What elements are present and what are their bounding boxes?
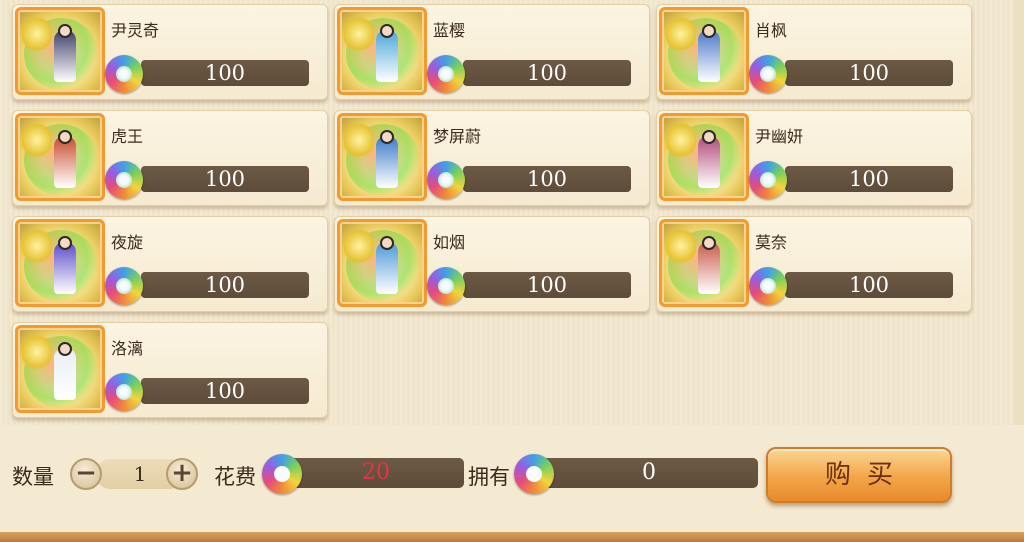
golden-dragon-icon	[344, 14, 374, 54]
item-card[interactable]: 尹幽妍 100	[656, 110, 972, 206]
owned-value: 0	[540, 458, 758, 488]
character-portrait[interactable]	[15, 219, 105, 307]
golden-dragon-icon	[22, 14, 52, 54]
price-value: 100	[785, 60, 953, 86]
rainbow-jade-coin-icon	[749, 267, 787, 305]
item-card[interactable]: 虎王 100	[12, 110, 328, 206]
character-head	[380, 130, 394, 144]
character-name: 尹灵奇	[111, 21, 160, 40]
character-head	[702, 130, 716, 144]
price-value: 100	[785, 166, 953, 192]
item-card[interactable]: 蓝樱 100	[334, 4, 650, 100]
decrease-button[interactable]: −	[70, 458, 102, 490]
owned-label: 拥有	[468, 465, 510, 489]
rainbow-jade-coin-icon	[427, 55, 465, 93]
price-value: 100	[463, 272, 631, 298]
golden-dragon-icon	[666, 14, 696, 54]
character-name: 蓝樱	[433, 21, 466, 40]
buy-button[interactable]: 购买	[766, 447, 952, 503]
rainbow-jade-coin-icon	[514, 454, 554, 494]
character-name: 梦屏蔚	[433, 127, 482, 146]
cost-value: 20	[288, 458, 464, 488]
cost-label: 花费	[214, 465, 256, 489]
character-portrait[interactable]	[15, 7, 105, 95]
frame-border	[0, 532, 1024, 542]
character-portrait[interactable]	[659, 219, 749, 307]
character-name: 莫奈	[755, 233, 788, 252]
scrollbar[interactable]	[1014, 0, 1024, 425]
item-card[interactable]: 梦屏蔚 100	[334, 110, 650, 206]
character-portrait[interactable]	[337, 219, 427, 307]
price-value: 100	[463, 60, 631, 86]
price-value: 100	[141, 272, 309, 298]
character-portrait[interactable]	[337, 113, 427, 201]
character-head	[702, 236, 716, 250]
price-value: 100	[141, 378, 309, 404]
rainbow-jade-coin-icon	[105, 161, 143, 199]
quantity-label: 数量	[12, 465, 54, 489]
rainbow-jade-coin-icon	[105, 373, 143, 411]
character-portrait[interactable]	[15, 325, 105, 413]
item-card[interactable]: 尹灵奇 100	[12, 4, 328, 100]
character-name: 洛漓	[111, 339, 144, 358]
plus-icon: +	[171, 458, 193, 488]
character-name: 肖枫	[755, 21, 788, 40]
rainbow-jade-coin-icon	[262, 454, 302, 494]
purchase-bar: 数量 1 − + 花费 20 拥有 0 购买	[0, 425, 1024, 542]
character-head	[702, 24, 716, 38]
price-value: 100	[463, 166, 631, 192]
item-card[interactable]: 如烟 100	[334, 216, 650, 312]
price-value: 100	[141, 60, 309, 86]
character-portrait[interactable]	[659, 113, 749, 201]
character-name: 尹幽妍	[755, 127, 804, 146]
golden-dragon-icon	[666, 226, 696, 266]
item-card[interactable]: 莫奈 100	[656, 216, 972, 312]
item-grid[interactable]: 尹灵奇 100 蓝樱 100 肖枫 100 虎王 100 梦屏蔚 100 尹幽妍 100 夜旋 100 如烟…	[0, 0, 1024, 425]
character-head	[380, 24, 394, 38]
quantity-value: 1	[133, 462, 147, 486]
character-portrait[interactable]	[15, 113, 105, 201]
rainbow-jade-coin-icon	[427, 161, 465, 199]
character-head	[58, 236, 72, 250]
rainbow-jade-coin-icon	[749, 161, 787, 199]
golden-dragon-icon	[344, 226, 374, 266]
character-name: 夜旋	[111, 233, 144, 252]
rainbow-jade-coin-icon	[749, 55, 787, 93]
golden-dragon-icon	[344, 120, 374, 160]
character-name: 虎王	[111, 127, 144, 146]
character-head	[380, 236, 394, 250]
character-portrait[interactable]	[659, 7, 749, 95]
minus-icon: −	[75, 458, 97, 488]
price-value: 100	[785, 272, 953, 298]
golden-dragon-icon	[666, 120, 696, 160]
rainbow-jade-coin-icon	[105, 267, 143, 305]
character-head	[58, 130, 72, 144]
item-card[interactable]: 肖枫 100	[656, 4, 972, 100]
golden-dragon-icon	[22, 120, 52, 160]
increase-button[interactable]: +	[166, 458, 198, 490]
golden-dragon-icon	[22, 226, 52, 266]
rainbow-jade-coin-icon	[427, 267, 465, 305]
rainbow-jade-coin-icon	[105, 55, 143, 93]
item-card[interactable]: 夜旋 100	[12, 216, 328, 312]
price-value: 100	[141, 166, 309, 192]
character-head	[58, 342, 72, 356]
item-card[interactable]: 洛漓 100	[12, 322, 328, 418]
golden-dragon-icon	[22, 332, 52, 372]
character-name: 如烟	[433, 233, 466, 252]
character-head	[58, 24, 72, 38]
character-portrait[interactable]	[337, 7, 427, 95]
